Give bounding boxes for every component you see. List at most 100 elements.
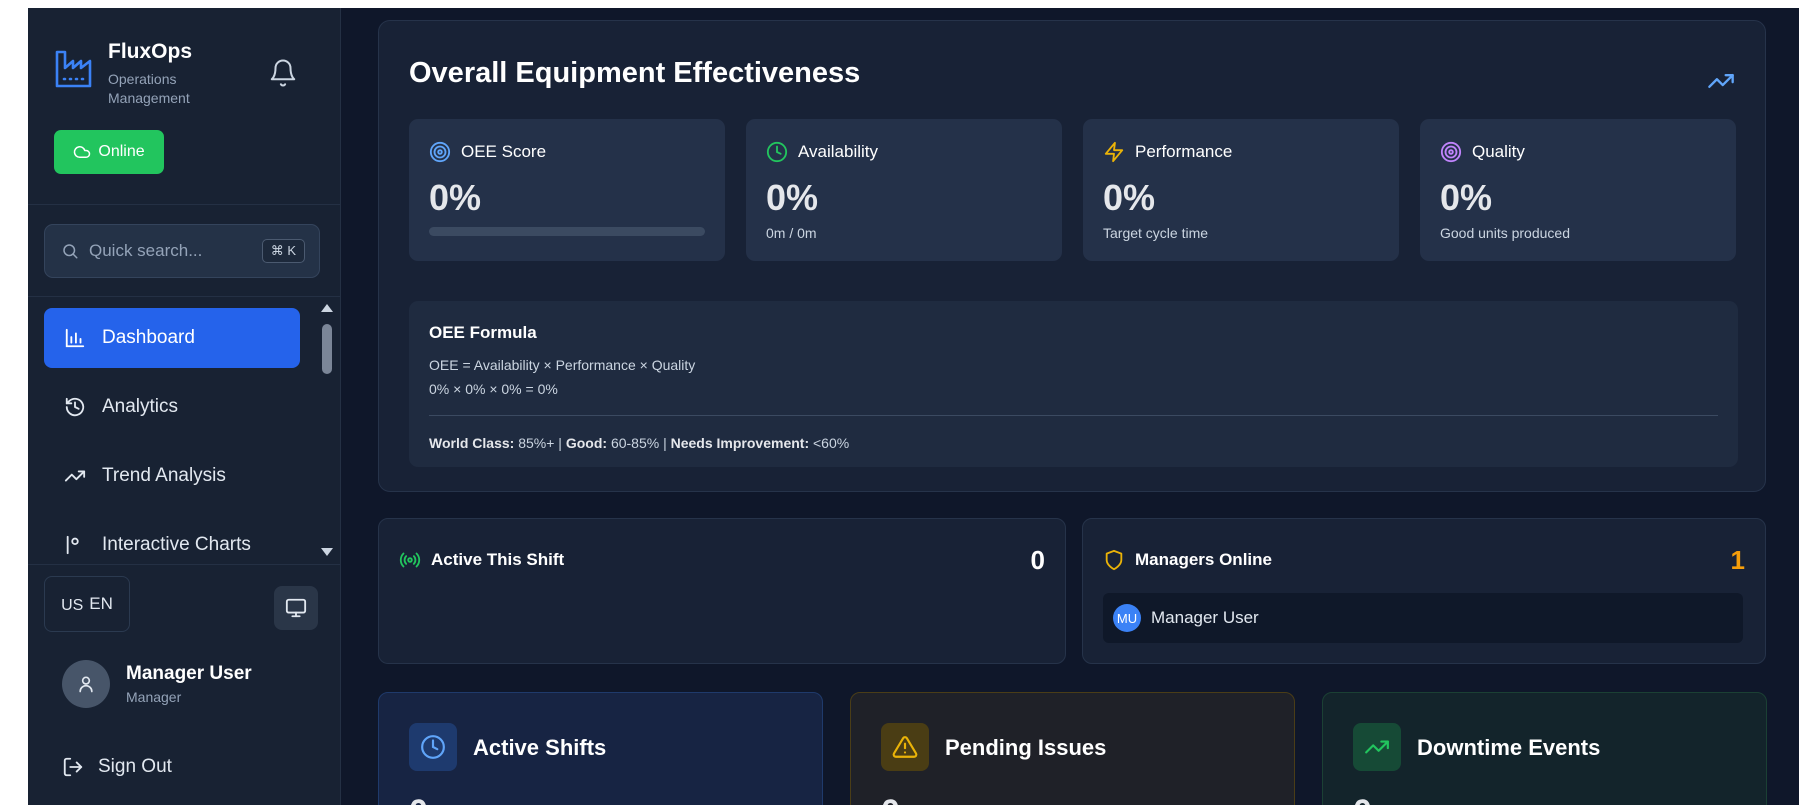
- managers-online-count: 1: [1730, 545, 1745, 575]
- managers-online-label: Managers Online: [1135, 550, 1272, 569]
- needs-improvement-label: Needs Improvement:: [670, 435, 810, 451]
- sidebar-nav: Dashboard Analytics Trend Analysis Inter…: [44, 308, 300, 560]
- user-role: Manager: [126, 689, 182, 705]
- metric-label: OEE Score: [461, 142, 547, 161]
- search-placeholder: Quick search...: [89, 241, 203, 260]
- history-icon: [65, 397, 85, 417]
- scroll-down-arrow[interactable]: [321, 548, 333, 556]
- brand-name: FluxOps: [108, 40, 193, 63]
- managers-online-panel: Managers Online 1 MU Manager User: [1082, 518, 1766, 664]
- good-label: Good:: [565, 435, 608, 451]
- formula-definition: OEE = Availability × Performance × Quali…: [429, 357, 696, 373]
- active-this-shift-label: Active This Shift: [431, 550, 565, 569]
- cloud-icon: [74, 146, 91, 158]
- metric-value: 0%: [429, 177, 482, 218]
- stat-title: Active Shifts: [473, 735, 607, 760]
- formula-divider: [429, 415, 1718, 416]
- metric-label: Performance: [1135, 142, 1233, 161]
- nav-item-analytics[interactable]: Analytics: [44, 377, 300, 437]
- stat-icon-box: [409, 723, 457, 771]
- monitor-icon: [285, 598, 307, 618]
- metric-label: Quality: [1472, 142, 1525, 161]
- user-name: Manager User: [126, 663, 252, 684]
- nav-item-label: Dashboard: [102, 327, 195, 348]
- factory-icon: [55, 50, 92, 88]
- stat-card-pending-issues[interactable]: Pending Issues 0: [850, 692, 1295, 805]
- nav-item-label: Interactive Charts: [102, 534, 251, 555]
- stat-value: 0: [1353, 793, 1372, 805]
- sign-out-button[interactable]: Sign Out: [62, 756, 172, 778]
- sign-out-label: Sign Out: [98, 756, 172, 777]
- search-icon: [63, 244, 78, 259]
- flag-icon: US: [61, 597, 84, 614]
- manager-name: Manager User: [1151, 608, 1259, 627]
- oee-title: Overall Equipment Effectiveness: [409, 57, 861, 89]
- scroll-up-arrow[interactable]: [321, 304, 333, 312]
- user-icon: [79, 676, 93, 693]
- search-shortcut: ⌘ K: [261, 239, 305, 263]
- active-this-shift-panel: Active This Shift 0: [378, 518, 1066, 664]
- avatar: MU: [1113, 604, 1141, 632]
- metric-availability: Availability 0% 0m / 0m: [746, 119, 1062, 261]
- metric-oee-score: OEE Score 0%: [409, 119, 725, 261]
- stat-value: 0: [881, 793, 900, 805]
- sidebar: FluxOps Operations Management Online Qui…: [28, 8, 341, 805]
- oee-progress-bar: [429, 227, 705, 236]
- log-out-icon: [63, 757, 83, 777]
- bar-chart-icon: [65, 328, 85, 348]
- brand-subtitle: Operations Management: [108, 71, 190, 106]
- list-item[interactable]: MU Manager User: [1103, 593, 1743, 643]
- clock-icon: [421, 735, 445, 759]
- avatar: [62, 660, 110, 708]
- active-this-shift-count: 0: [1030, 545, 1045, 575]
- language-selector[interactable]: US EN: [44, 576, 130, 632]
- target-icon: [1440, 141, 1462, 163]
- app-window: FluxOps Operations Management Online Qui…: [28, 8, 1799, 805]
- online-status-label: Online: [98, 143, 145, 160]
- signal-icon: [399, 552, 421, 568]
- nav-item-label: Trend Analysis: [102, 465, 226, 486]
- target-icon: [429, 141, 451, 163]
- stat-value: 0: [409, 793, 428, 805]
- sidebar-divider: [28, 564, 340, 565]
- world-class-value: 85%+: [518, 435, 555, 451]
- stat-title: Downtime Events: [1417, 735, 1601, 760]
- shield-icon: [1105, 549, 1123, 571]
- stat-icon-box: [1353, 723, 1401, 771]
- language-code: EN: [89, 594, 113, 613]
- formula-title: OEE Formula: [429, 323, 537, 342]
- quick-search-input[interactable]: Quick search... ⌘ K: [44, 224, 320, 278]
- metric-value: 0%: [766, 177, 819, 218]
- good-value: 60-85%: [610, 435, 660, 451]
- trending-up-icon: [64, 470, 86, 482]
- stat-title: Pending Issues: [945, 735, 1107, 760]
- metric-label: Availability: [798, 142, 879, 161]
- nav-item-dashboard[interactable]: Dashboard: [44, 308, 300, 368]
- formula-calculation: 0% × 0% × 0% = 0%: [429, 381, 558, 397]
- nav-item-trend-analysis[interactable]: Trend Analysis: [44, 446, 300, 506]
- oee-formula-box: OEE Formula OEE = Availability × Perform…: [409, 301, 1738, 467]
- lightning-icon: [1104, 141, 1124, 163]
- metric-performance: Performance 0% Target cycle time: [1083, 119, 1399, 261]
- metric-quality: Quality 0% Good units produced: [1420, 119, 1736, 261]
- stat-card-downtime-events[interactable]: Downtime Events 0: [1322, 692, 1767, 805]
- nav-item-interactive-charts[interactable]: Interactive Charts: [44, 515, 300, 560]
- metric-subtitle: Target cycle time: [1103, 225, 1209, 241]
- trending-up-icon: [1708, 74, 1734, 89]
- bell-icon[interactable]: [268, 58, 298, 88]
- sidebar-scrollbar[interactable]: [320, 304, 334, 556]
- stat-card-active-shifts[interactable]: Active Shifts 0: [378, 692, 823, 805]
- clock-icon: [766, 141, 788, 163]
- oee-benchmark-legend: World Class: 85%+ | Good: 60-85% | Needs…: [429, 435, 850, 451]
- chart-icon: [66, 535, 79, 555]
- online-status-button[interactable]: Online: [54, 130, 164, 174]
- stat-icon-box: [881, 723, 929, 771]
- warning-icon: [892, 736, 918, 758]
- metric-value: 0%: [1440, 177, 1493, 218]
- oee-card: Overall Equipment Effectiveness OEE Scor…: [378, 20, 1766, 492]
- theme-toggle-button[interactable]: [274, 586, 318, 630]
- scroll-thumb[interactable]: [322, 324, 332, 374]
- sidebar-divider: [28, 296, 340, 297]
- user-profile[interactable]: Manager User Manager: [62, 660, 252, 708]
- metric-value: 0%: [1103, 177, 1156, 218]
